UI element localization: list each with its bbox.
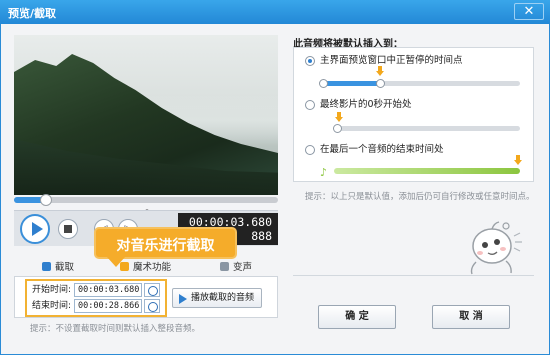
option1-handle[interactable] [376, 79, 385, 88]
radio-icon[interactable] [305, 145, 315, 155]
clock-icon[interactable] [144, 283, 160, 297]
tab-voice-label: 变声 [233, 262, 253, 273]
insert-tip: 提示：以上只是默认值，添加后仍可自行修改或任意时间点。 [305, 192, 535, 202]
option-start[interactable]: 最终影片的0秒开始处 [305, 99, 412, 111]
tab-magic[interactable]: 魔术功能 [120, 260, 171, 276]
pause-icon [319, 79, 328, 88]
option-label: 在最后一个音频的结束时间处 [320, 144, 444, 155]
ok-button[interactable]: 确 定 [318, 305, 396, 329]
tab-magic-label: 魔术功能 [133, 262, 172, 273]
radio-icon[interactable] [305, 100, 315, 110]
radio-icon[interactable] [305, 56, 315, 66]
seek-bar-handle[interactable] [39, 194, 52, 206]
end-time-input[interactable]: 00:00:28.866 [74, 299, 142, 313]
callout-badge: 对音乐进行截取 [94, 227, 237, 267]
audio-track-bar [334, 168, 520, 174]
clip-tip: 提示：不设置截取时间则默认插入整段音频。 [30, 324, 201, 334]
mascot-icon [470, 221, 522, 275]
divider [293, 275, 534, 276]
title-bar: 预览/截取 ✕ [0, 0, 550, 24]
video-preview [14, 35, 278, 195]
option1-track [320, 81, 520, 86]
arrow-down-icon [514, 155, 522, 165]
option2-track [334, 126, 520, 131]
option-end-audio[interactable]: 在最后一个音频的结束时间处 [305, 144, 444, 156]
option2-handle [333, 124, 342, 133]
tab-clip-label: 截取 [55, 262, 75, 273]
start-label: 开始时间: [32, 285, 72, 295]
voice-icon [220, 262, 229, 271]
option-label: 主界面预览窗口中正暂停的时间点 [320, 55, 463, 66]
tab-voice[interactable]: 变声 [220, 260, 252, 276]
tab-clip[interactable]: 截取 [42, 260, 74, 276]
arrow-down-icon [335, 112, 343, 122]
play-clip-button[interactable]: 播放截取的音频 [172, 288, 262, 308]
close-button[interactable]: ✕ [514, 3, 544, 20]
tab-bar: 截取 魔术功能 变声 [14, 260, 278, 276]
arrow-down-icon [376, 66, 384, 76]
callout-text: 对音乐进行截取 [116, 238, 215, 254]
end-label: 结束时间: [32, 301, 72, 311]
play-button[interactable] [20, 214, 50, 244]
window-title: 预览/截取 [8, 7, 57, 20]
clip-icon [42, 262, 51, 271]
cancel-button[interactable]: 取 消 [432, 305, 510, 329]
stop-button[interactable] [58, 219, 78, 239]
start-time-input[interactable]: 00:00:03.680 [74, 283, 142, 297]
clock-icon[interactable] [144, 299, 160, 313]
music-note-icon: ♪ [320, 166, 328, 179]
option-label: 最终影片的0秒开始处 [320, 99, 412, 110]
insert-panel [293, 47, 534, 182]
